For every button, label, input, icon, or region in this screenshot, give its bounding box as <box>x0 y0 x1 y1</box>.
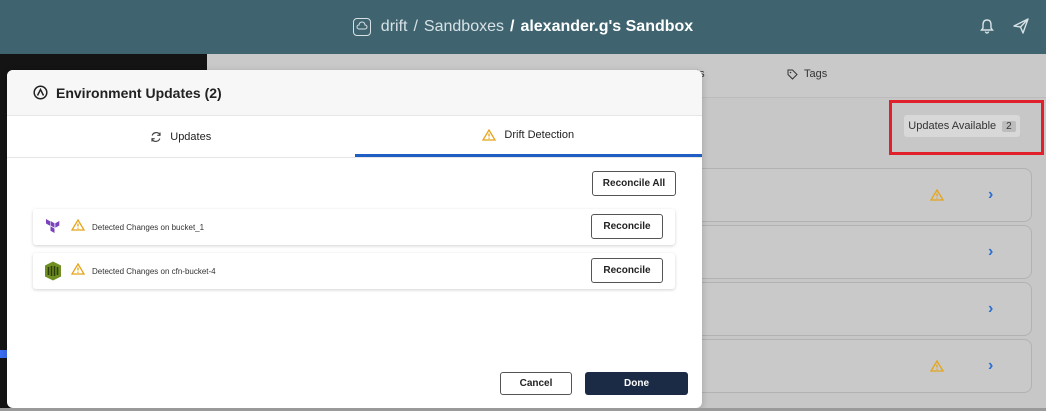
chevron-right-icon[interactable]: › <box>988 300 993 318</box>
warning-icon <box>929 188 945 206</box>
warning-icon <box>70 218 86 236</box>
env0-logo-icon <box>33 85 48 100</box>
drift-change-row: Detected Changes on cfn-bucket-4 Reconci… <box>33 253 675 289</box>
breadcrumb-separator: / <box>413 18 418 35</box>
environment-row[interactable]: › <box>690 225 1032 279</box>
app-logo-icon[interactable] <box>352 18 371 36</box>
chevron-right-icon[interactable]: › <box>988 243 993 261</box>
tab-updates-label: Updates <box>170 130 212 143</box>
modal-body: Reconcile All Detected Changes on bucket… <box>7 158 702 408</box>
breadcrumb-item-sandboxes[interactable]: Sandboxes <box>424 18 504 36</box>
chevron-right-icon[interactable]: › <box>988 186 993 204</box>
reconcile-all-button[interactable]: Reconcile All <box>592 171 676 196</box>
bell-icon[interactable] <box>978 17 996 40</box>
warning-icon <box>929 359 945 377</box>
cancel-button[interactable]: Cancel <box>500 372 572 395</box>
reconcile-button[interactable]: Reconcile <box>591 258 663 283</box>
panel-accent <box>0 350 7 358</box>
modal-tabs: Updates Drift Detection <box>7 116 702 158</box>
breadcrumb-item-org[interactable]: drift <box>381 18 408 36</box>
tab-drift-detection-label: Drift Detection <box>504 129 575 141</box>
environment-row[interactable]: › <box>690 282 1032 336</box>
breadcrumb: drift / Sandboxes / alexander.g's Sandbo… <box>352 18 694 36</box>
send-icon[interactable] <box>1012 17 1030 40</box>
top-header: drift / Sandboxes / alexander.g's Sandbo… <box>0 0 1046 54</box>
warning-icon <box>482 129 497 141</box>
drift-change-text: Detected Changes on bucket_1 <box>92 222 205 232</box>
environment-row[interactable]: › <box>690 168 1032 222</box>
tab-drift-detection[interactable]: Drift Detection <box>354 116 702 157</box>
highlight-box <box>889 100 1044 155</box>
chevron-right-icon[interactable]: › <box>988 357 993 375</box>
environment-row[interactable]: › <box>690 339 1032 393</box>
tab-updates[interactable]: Updates <box>7 116 355 157</box>
cloudformation-icon <box>43 261 63 281</box>
modal-title: Environment Updates (2) <box>56 84 222 101</box>
warning-icon <box>70 262 86 280</box>
tab-tags-label: Tags <box>804 68 828 80</box>
modal-header: Environment Updates (2) <box>7 70 702 116</box>
tab-tags[interactable]: Tags <box>787 68 827 80</box>
breadcrumb-separator: / <box>509 18 515 35</box>
drift-change-text: Detected Changes on cfn-bucket-4 <box>92 266 216 276</box>
reconcile-button[interactable]: Reconcile <box>591 214 663 239</box>
drift-change-row: Detected Changes on bucket_1 Reconcile <box>33 209 675 245</box>
done-button[interactable]: Done <box>585 372 688 395</box>
breadcrumb-item-current: alexander.g's Sandbox <box>520 18 694 35</box>
terraform-icon <box>43 217 63 237</box>
environment-updates-modal: Environment Updates (2) Updates Drift De… <box>7 70 702 408</box>
tag-icon <box>787 69 798 80</box>
refresh-icon <box>151 131 161 142</box>
